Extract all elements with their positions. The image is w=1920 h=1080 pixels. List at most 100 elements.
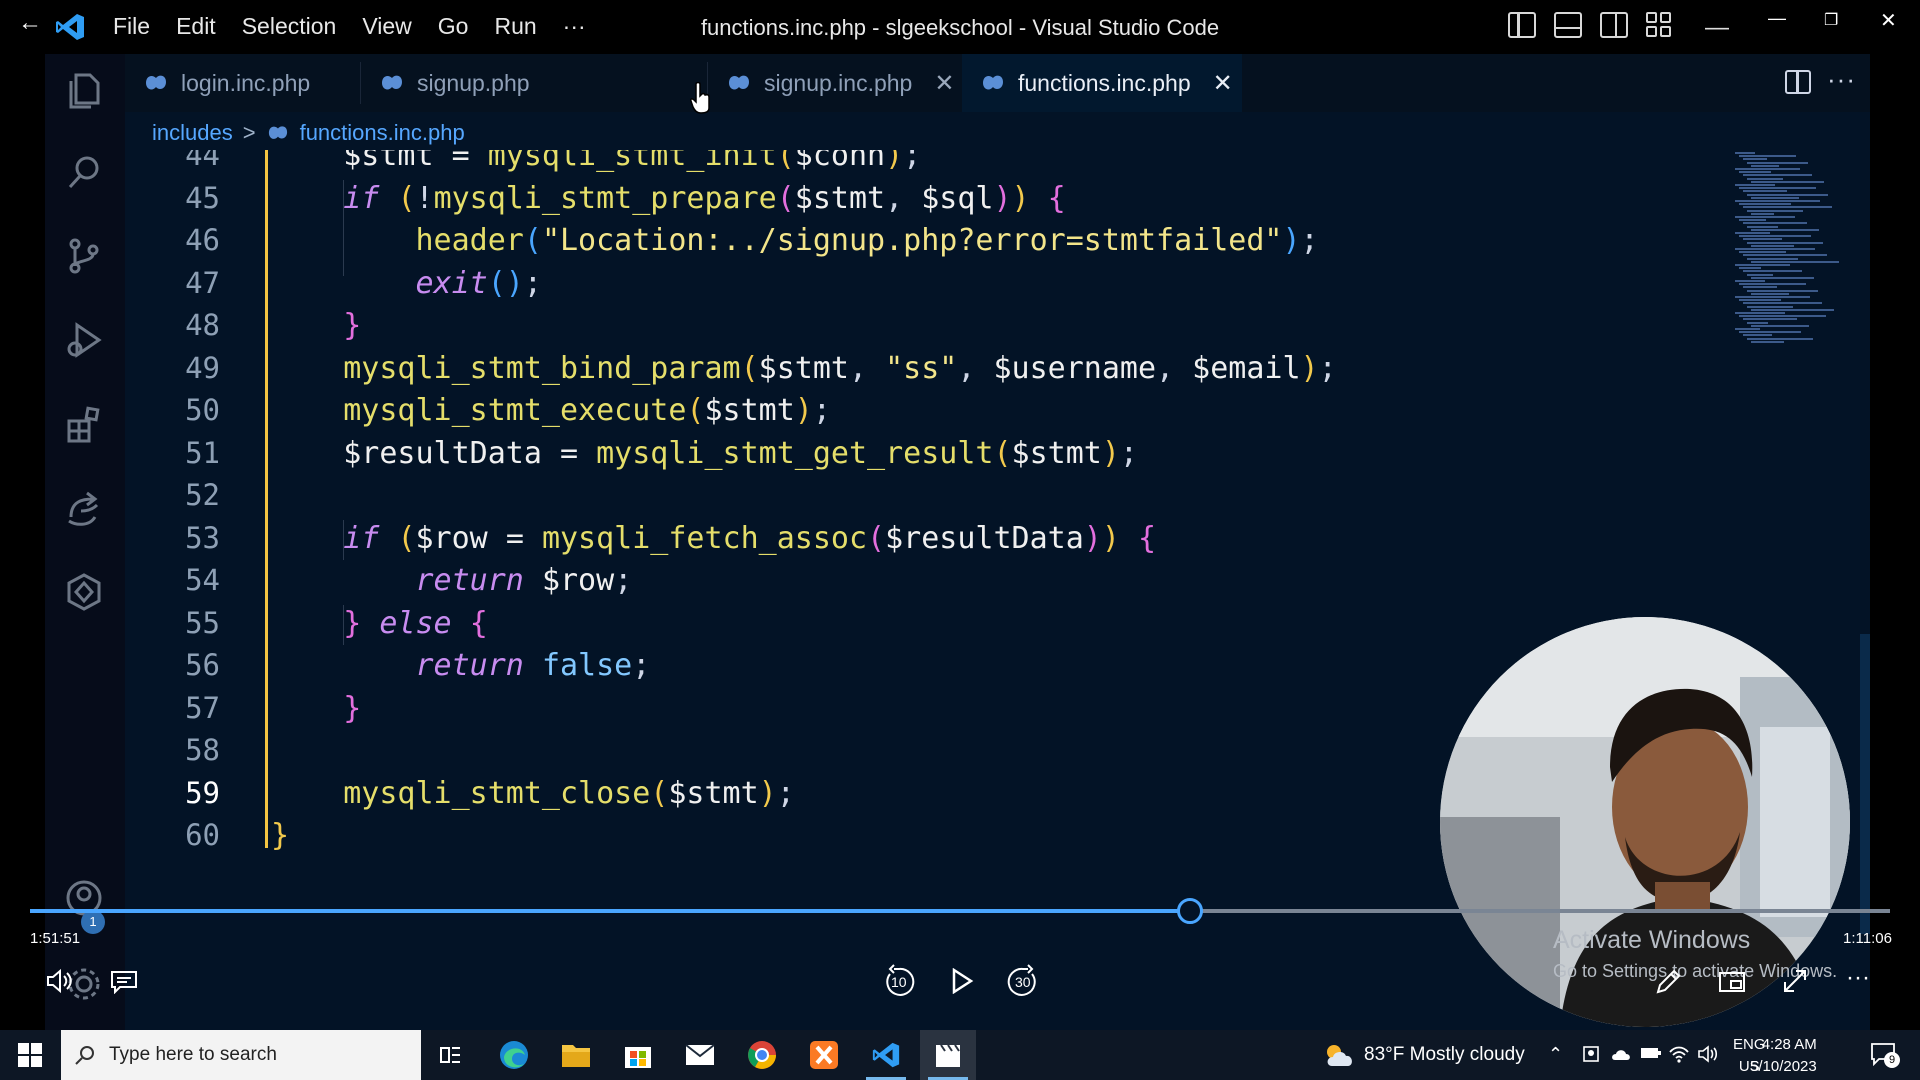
play-icon[interactable] [950,968,974,994]
code-line[interactable]: 54 return $row; [125,563,1725,605]
code-line[interactable]: 56 return false; [125,648,1725,690]
vertical-scrollbar[interactable] [1860,634,1870,934]
extensions-icon[interactable] [60,400,108,448]
video-timeline[interactable] [30,898,1890,924]
edge-browser-icon[interactable] [486,1030,542,1080]
minimap-line [1747,161,1808,164]
xampp-icon[interactable] [796,1030,852,1080]
code-line[interactable]: 48 } [125,308,1725,350]
indent-guide [343,180,344,276]
tab-close-icon[interactable]: ✕ [1213,69,1233,98]
minimap[interactable] [1735,152,1860,382]
tab-label: signup.php [417,69,530,96]
line-number: 55 [185,605,220,640]
line-number: 58 [185,733,220,767]
mini-player-icon[interactable] [1718,970,1746,994]
breadcrumb-file[interactable]: functions.inc.php [300,120,465,146]
vscode-taskbar-icon[interactable] [858,1030,914,1080]
minimap-line [1739,315,1826,318]
minimap-line [1747,257,1798,260]
indent-guide [343,605,344,645]
minimap-line [1743,238,1782,241]
customize-layout-icon[interactable] [1646,12,1674,38]
explorer-icon[interactable] [60,66,108,114]
pen-icon[interactable] [1654,968,1682,996]
tab-close-icon[interactable]: ✕ [934,69,954,98]
minimap-line [1735,328,1760,330]
code-line[interactable]: 49 mysqli_stmt_bind_param($stmt, "ss", $… [125,351,1725,393]
php-file-icon [146,75,166,90]
minimap-line [1739,299,1781,302]
tab-login-inc-php[interactable]: login.inc.php [125,54,360,112]
minimap-line [1751,340,1784,343]
meet-now-icon[interactable] [1582,1044,1600,1064]
code-line[interactable]: 52 [125,478,1725,520]
minimap-line [1751,292,1789,295]
microsoft-store-icon[interactable] [610,1030,666,1080]
window-minimize-icon[interactable]: — [1768,8,1786,29]
run-debug-icon[interactable] [60,316,108,364]
code-text: mysqli_stmt_execute($stmt); [343,393,831,428]
indent-guide [343,520,344,560]
window-close-icon[interactable]: ✕ [1880,8,1897,33]
fullscreen-icon[interactable] [1782,968,1808,994]
toggle-primary-sidebar-icon[interactable] [1508,12,1536,38]
code-text: } [271,818,290,853]
minimap-line [1743,286,1777,289]
code-line[interactable]: 50 mysqli_stmt_execute($stmt); [125,393,1725,435]
line-number: 51 [185,435,220,470]
minimap-line [1743,302,1822,305]
code-line[interactable]: 44 $stmt = mysqli_stmt_init($conn); [125,150,1725,180]
more-actions-icon[interactable]: ··· [1827,64,1856,95]
show-hidden-icons-chevron-icon[interactable]: ⌃ [1548,1044,1563,1065]
player-more-icon[interactable]: ··· [1846,964,1870,992]
minimap-line [1735,296,1810,298]
tab-functions-inc-php[interactable]: functions.inc.php ✕ [962,54,1242,112]
line-number: 48 [185,308,220,342]
mail-icon[interactable] [672,1030,728,1080]
code-line[interactable]: 45 if (!mysqli_stmt_prepare($stmt, $sql)… [125,181,1725,223]
windows-start-icon[interactable] [18,1043,42,1067]
captions-icon[interactable] [110,970,138,994]
split-editor-icon[interactable] [1785,70,1811,94]
chrome-icon[interactable] [734,1030,790,1080]
minimap-line [1747,321,1768,324]
source-control-icon[interactable] [60,232,108,280]
code-line[interactable]: 47 exit(); [125,266,1725,308]
battery-icon[interactable] [1640,1044,1662,1062]
code-line[interactable]: 51 $resultData = mysqli_stmt_get_result(… [125,436,1725,478]
taskbar-search-box[interactable]: Type here to search [61,1030,421,1080]
action-center-icon[interactable]: 9 [1870,1042,1900,1068]
movies-tv-icon[interactable] [920,1030,976,1080]
minimap-line [1751,196,1799,199]
task-view-icon[interactable] [422,1030,478,1080]
code-text: mysqli_stmt_bind_param($stmt, "ss", $use… [343,350,1337,386]
remote-explorer-icon[interactable] [60,568,108,616]
weather-widget[interactable]: 83°F Mostly cloudy [1322,1042,1525,1068]
skip-forward-button[interactable]: 30 [1006,964,1040,998]
live-share-icon[interactable] [60,484,108,532]
timeline-scrubber[interactable] [1177,898,1203,924]
wifi-icon[interactable] [1668,1044,1690,1064]
code-line[interactable]: 46 header("Location:../signup.php?error=… [125,223,1725,265]
skip-back-button[interactable]: 10 [882,964,916,998]
toggle-secondary-sidebar-icon[interactable] [1600,12,1628,38]
window-restore-icon[interactable]: ❐ [1824,10,1838,30]
speaker-icon[interactable] [1697,1044,1719,1064]
file-explorer-icon[interactable] [548,1030,604,1080]
onedrive-icon[interactable] [1610,1044,1632,1064]
code-line[interactable]: 53 if ($row = mysqli_fetch_assoc($result… [125,521,1725,563]
vscode-minimize-icon[interactable]: — [1705,14,1729,42]
system-clock[interactable]: 4:28 AM 5/10/2023 [1750,1034,1817,1078]
skip-forward-seconds: 30 [1015,974,1031,990]
search-icon[interactable] [60,148,108,196]
tab-signup-php[interactable]: signup.php [361,54,707,112]
toggle-panel-icon[interactable] [1554,12,1582,38]
minimap-line [1739,203,1791,206]
line-number: 44 [185,150,220,172]
tab-signup-inc-php[interactable]: signup.inc.php ✕ [708,54,962,112]
code-line[interactable]: 55 } else { [125,606,1725,648]
line-number: 45 [185,180,220,215]
volume-icon[interactable] [46,968,74,994]
breadcrumb-folder[interactable]: includes [152,120,233,146]
